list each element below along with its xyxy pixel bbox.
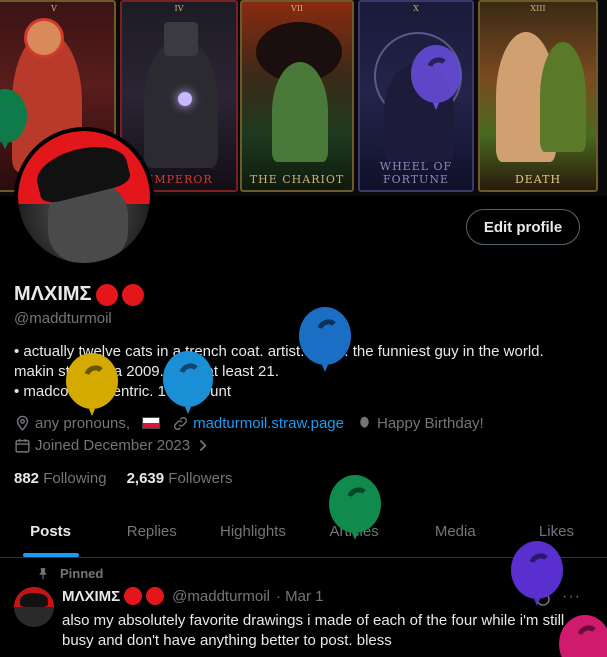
balloon-decoration: [411, 45, 461, 110]
balloon-decoration: [329, 475, 381, 540]
edit-profile-button[interactable]: Edit profile: [466, 209, 580, 245]
balloon-decoration: [559, 615, 607, 657]
card-numeral: X: [413, 4, 419, 13]
balloon-decoration: [0, 89, 27, 149]
card-label: THE CHARIOT: [249, 173, 345, 186]
following-link[interactable]: 882 Following: [14, 470, 107, 487]
birthday-item: Happy Birthday!: [356, 415, 484, 432]
card-label: WHEEL OF FORTUNE: [379, 160, 453, 186]
pin-icon: [38, 567, 48, 579]
tarot-card-death: XIII DEATH: [478, 0, 598, 192]
followers-link[interactable]: 2,639 Followers: [127, 470, 233, 487]
card-numeral: V: [51, 4, 57, 13]
followers-count: 2,639: [126, 470, 165, 487]
location-icon: [16, 415, 29, 431]
red-circle-icon: [95, 283, 118, 306]
following-label: Following: [43, 470, 107, 487]
followers-label: Followers: [168, 470, 233, 487]
website-link[interactable]: madturmoil.straw.page: [193, 415, 344, 432]
more-icon[interactable]: ···: [562, 588, 581, 606]
joined-item[interactable]: Joined December 2023: [14, 437, 211, 454]
tab-replies[interactable]: Replies: [101, 505, 202, 557]
following-count: 882: [14, 470, 40, 487]
card-numeral: IV: [174, 4, 184, 13]
red-circle-icon: [121, 283, 144, 306]
display-name-row: ΜΛΧΙΜΣ: [14, 283, 144, 306]
poland-flag-icon: [142, 417, 161, 429]
balloon-decoration: [299, 307, 351, 372]
profile-handle: @maddturmoil: [14, 310, 112, 327]
card-numeral: VII: [290, 4, 304, 13]
red-circle-icon: [124, 587, 143, 605]
calendar-icon: [15, 438, 30, 453]
tab-posts[interactable]: Posts: [0, 505, 101, 557]
red-circle-icon: [146, 587, 165, 605]
balloon-decoration: [66, 353, 118, 416]
tweet-text: also my absolutely favorite drawings i m…: [62, 612, 565, 649]
pinned-indicator: Pinned: [36, 566, 103, 581]
tweet-avatar[interactable]: [14, 587, 54, 627]
card-numeral: XIII: [530, 4, 546, 13]
tab-highlights[interactable]: Highlights: [202, 505, 303, 557]
tweet-author-handle[interactable]: @maddturmoil: [172, 588, 270, 605]
profile-avatar[interactable]: [14, 127, 154, 267]
balloon-decoration: [163, 351, 213, 414]
tab-media[interactable]: Media: [405, 505, 506, 557]
chevron-right-icon: [199, 439, 207, 451]
display-name: ΜΛΧΙΜΣ: [14, 283, 92, 305]
tarot-card-chariot: VII THE CHARIOT: [240, 0, 354, 192]
balloon-icon: [360, 416, 369, 428]
birthday-text: Happy Birthday!: [376, 414, 484, 432]
joined-text: Joined December 2023: [35, 436, 191, 454]
tweet-date[interactable]: · Mar 1: [276, 588, 324, 605]
tweet-author-name[interactable]: ΜΛΧΙΜΣ: [62, 588, 120, 605]
follow-stats: 882 Following 2,639 Followers: [14, 470, 232, 487]
pinned-label: Pinned: [60, 566, 104, 581]
balloon-decoration: [511, 541, 563, 606]
card-label: DEATH: [514, 173, 562, 186]
tweet-header: ΜΛΧΙΜΣ @maddturmoil · Mar 1: [62, 587, 323, 605]
